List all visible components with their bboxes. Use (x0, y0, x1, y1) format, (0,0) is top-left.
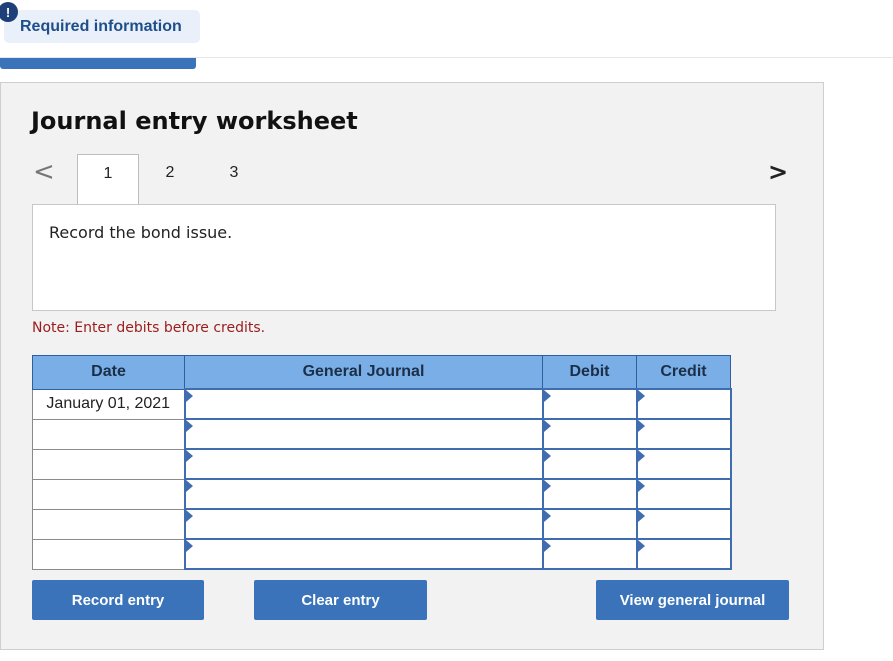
table-row (32, 418, 732, 450)
dropdown-marker-icon (543, 510, 551, 522)
date-cell[interactable] (32, 478, 185, 510)
table-row (32, 538, 732, 570)
dropdown-marker-icon (637, 480, 645, 492)
credit-cell[interactable] (635, 448, 732, 480)
table-row (32, 448, 732, 480)
active-tab-indicator (0, 58, 196, 69)
tab-1[interactable]: 1 (77, 154, 139, 205)
dropdown-marker-icon (637, 510, 645, 522)
credit-input[interactable] (638, 480, 730, 508)
account-input[interactable] (186, 480, 542, 508)
table-row (32, 508, 732, 540)
dropdown-marker-icon (185, 540, 193, 552)
account-cell[interactable] (183, 388, 544, 420)
dropdown-marker-icon (543, 450, 551, 462)
dropdown-marker-icon (637, 450, 645, 462)
credit-cell[interactable] (635, 508, 732, 540)
tab-3[interactable]: 3 (203, 154, 265, 205)
debit-input[interactable] (544, 420, 636, 448)
date-cell[interactable] (32, 508, 185, 540)
credit-cell[interactable] (635, 388, 732, 420)
credit-cell[interactable] (635, 478, 732, 510)
page-title: Journal entry worksheet (31, 107, 358, 135)
dropdown-marker-icon (185, 510, 193, 522)
table-header-row: Date General Journal Debit Credit (32, 355, 731, 390)
debit-cell[interactable] (541, 538, 638, 570)
debit-cell[interactable] (541, 508, 638, 540)
credit-cell[interactable] (635, 418, 732, 450)
credit-input[interactable] (638, 420, 730, 448)
column-header-date: Date (32, 355, 185, 390)
account-input[interactable] (186, 450, 542, 478)
account-cell[interactable] (183, 418, 544, 450)
dropdown-marker-icon (637, 540, 645, 552)
required-information-label: Required information (20, 18, 182, 35)
date-cell[interactable] (32, 418, 185, 450)
table-row: January 01, 2021 (32, 388, 732, 420)
debit-input[interactable] (544, 450, 636, 478)
credit-input[interactable] (638, 510, 730, 538)
credit-input[interactable] (638, 450, 730, 478)
account-input[interactable] (186, 390, 542, 418)
required-information-tab[interactable]: Required information (4, 10, 200, 43)
instruction-text: Record the bond issue. (49, 223, 233, 242)
dropdown-marker-icon (543, 390, 551, 402)
account-input[interactable] (186, 540, 542, 568)
column-header-debit: Debit (542, 355, 637, 390)
account-input[interactable] (186, 510, 542, 538)
debit-input[interactable] (544, 540, 636, 568)
dropdown-marker-icon (543, 540, 551, 552)
column-header-general-journal: General Journal (184, 355, 543, 390)
credit-input[interactable] (638, 390, 730, 418)
view-general-journal-button[interactable]: View general journal (596, 580, 789, 620)
debit-cell[interactable] (541, 448, 638, 480)
debit-cell[interactable] (541, 388, 638, 420)
credit-input[interactable] (638, 540, 730, 568)
date-cell[interactable]: January 01, 2021 (32, 388, 185, 420)
debit-input[interactable] (544, 480, 636, 508)
dropdown-marker-icon (543, 480, 551, 492)
date-cell[interactable] (32, 448, 185, 480)
credit-cell[interactable] (635, 538, 732, 570)
account-cell[interactable] (183, 508, 544, 540)
debit-input[interactable] (544, 390, 636, 418)
dropdown-marker-icon (185, 480, 193, 492)
table-row (32, 478, 732, 510)
dropdown-marker-icon (185, 390, 193, 402)
dropdown-marker-icon (637, 420, 645, 432)
clear-entry-button[interactable]: Clear entry (254, 580, 427, 620)
debit-input[interactable] (544, 510, 636, 538)
dropdown-marker-icon (543, 420, 551, 432)
journal-table: Date General Journal Debit Credit Januar… (32, 355, 732, 570)
account-cell[interactable] (183, 478, 544, 510)
account-input[interactable] (186, 420, 542, 448)
tab-2[interactable]: 2 (139, 154, 201, 205)
date-cell[interactable] (32, 538, 185, 570)
dropdown-marker-icon (637, 390, 645, 402)
instruction-box: Record the bond issue. (32, 204, 776, 311)
account-cell[interactable] (183, 448, 544, 480)
record-entry-button[interactable]: Record entry (32, 580, 204, 620)
debit-cell[interactable] (541, 478, 638, 510)
prev-arrow-icon[interactable]: < (33, 158, 55, 186)
account-cell[interactable] (183, 538, 544, 570)
dropdown-marker-icon (185, 450, 193, 462)
column-header-credit: Credit (636, 355, 731, 390)
note-text: Note: Enter debits before credits. (32, 320, 266, 336)
debit-cell[interactable] (541, 418, 638, 450)
dropdown-marker-icon (185, 420, 193, 432)
next-arrow-icon[interactable]: > (768, 158, 788, 186)
